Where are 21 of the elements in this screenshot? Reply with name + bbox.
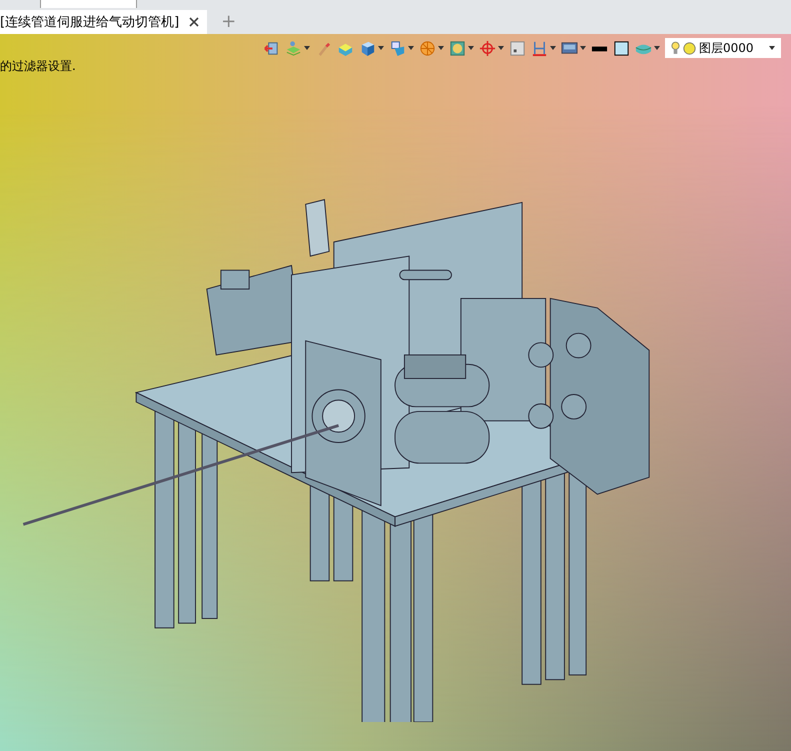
cube-icon[interactable] [359,40,376,56]
caret-icon[interactable] [580,46,586,50]
fill-icon[interactable] [613,40,630,56]
document-tab[interactable]: [连续管道伺服进给气动切管机] [0,10,208,34]
caret-icon[interactable] [498,46,504,50]
caret-icon[interactable] [304,46,310,50]
screen-icon[interactable] [561,40,578,56]
tab-title: [连续管道伺服进给气动切管机] [0,14,180,31]
layer-dropdown[interactable]: 图层0000 [665,38,781,58]
caret-icon[interactable] [378,46,384,50]
caret-icon[interactable] [654,46,660,50]
close-icon[interactable] [189,17,200,27]
caret-icon [769,46,775,50]
exit-icon[interactable] [263,40,280,56]
lightbulb-icon [671,40,680,56]
window-icon[interactable] [509,40,526,56]
caret-icon[interactable] [550,46,556,50]
hint-text: 的过滤器设置. [0,58,76,75]
caret-icon[interactable] [468,46,474,50]
caret-icon[interactable] [438,46,444,50]
caret-icon[interactable] [408,46,414,50]
